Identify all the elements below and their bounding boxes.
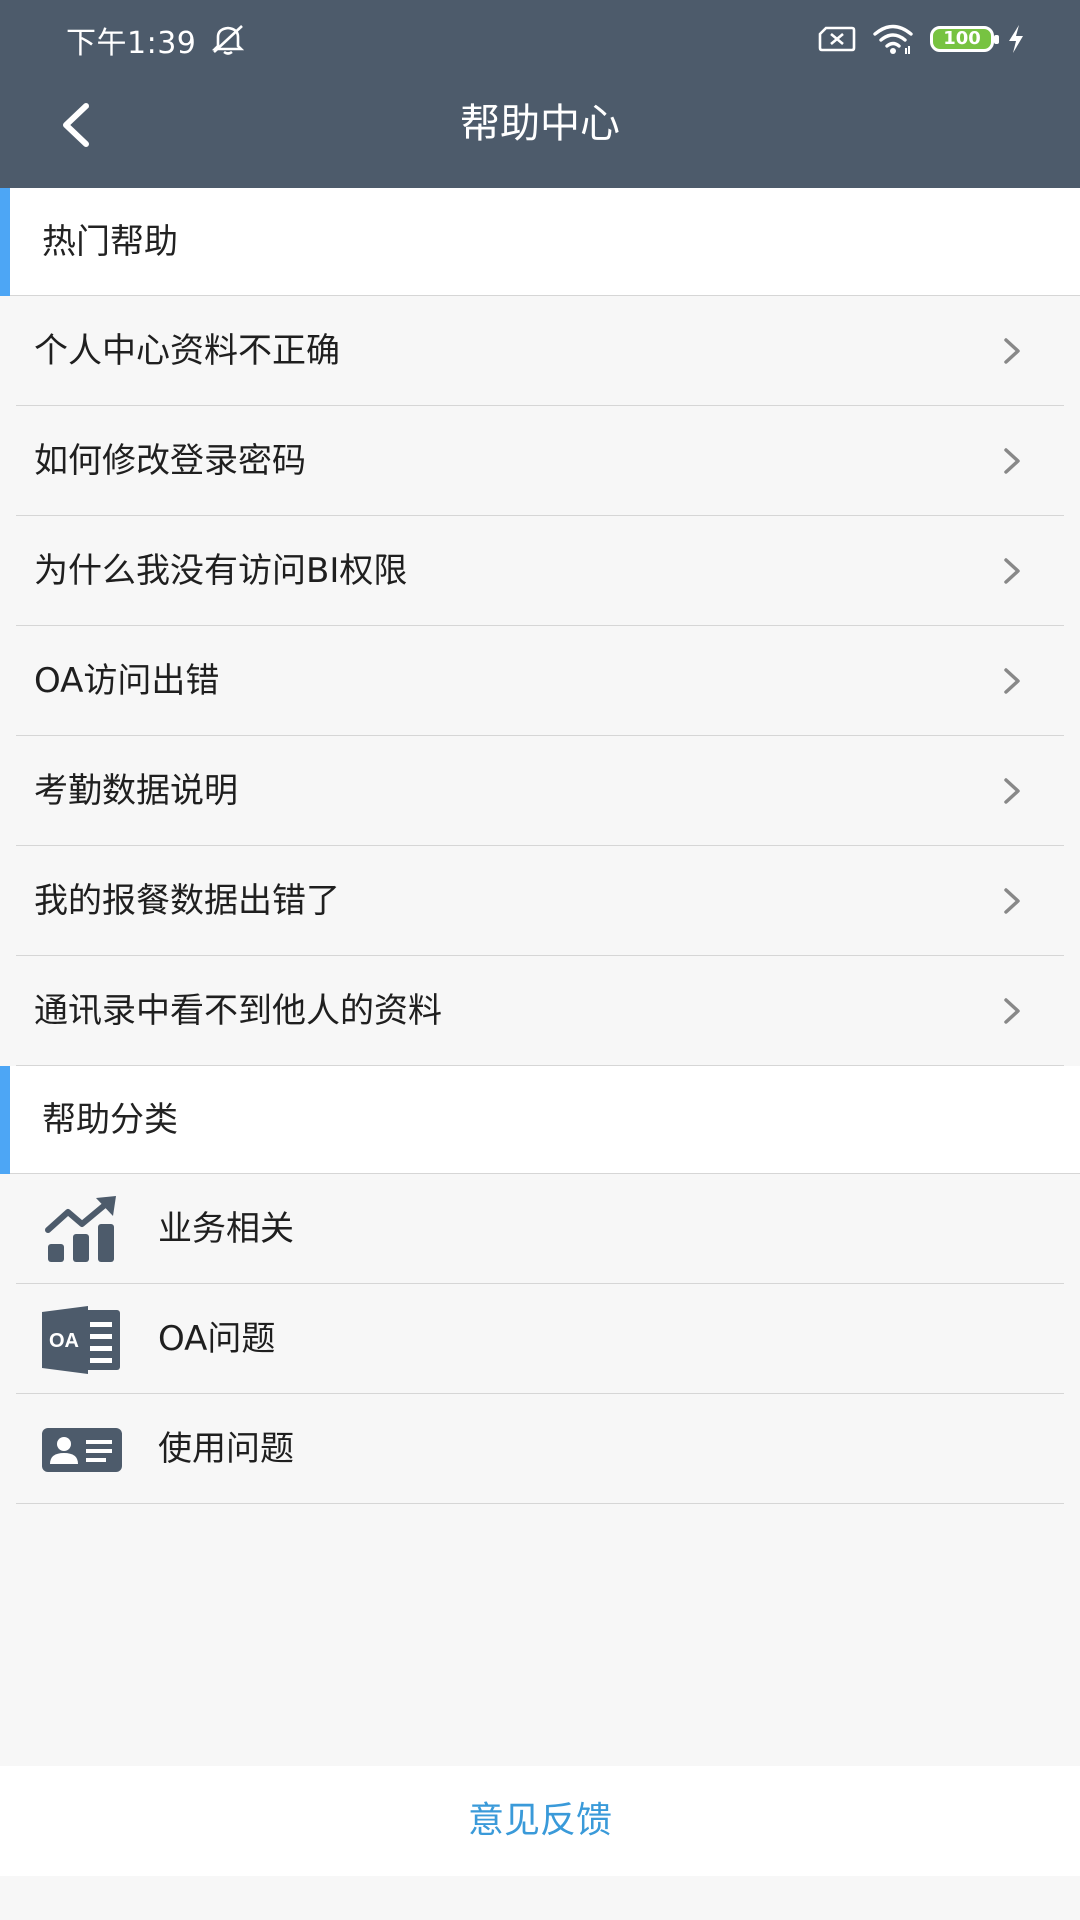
- sim-icon: [818, 26, 856, 52]
- help-item-contacts-missing[interactable]: 通讯录中看不到他人的资料: [16, 956, 1064, 1066]
- bolt-icon: [1009, 25, 1023, 53]
- help-item-profile-incorrect[interactable]: 个人中心资料不正确: [16, 296, 1064, 406]
- oa-document-icon: OA: [42, 1306, 120, 1374]
- category-usage[interactable]: 使用问题: [16, 1394, 1064, 1504]
- category-label: OA问题: [158, 1319, 276, 1359]
- footer-bar: 意见反馈: [0, 1766, 1080, 1876]
- category-label: 业务相关: [158, 1209, 294, 1249]
- app-header: 下午1:39 100 帮助中心: [0, 0, 1080, 188]
- help-item-label: 通讯录中看不到他人的资料: [34, 991, 442, 1031]
- chevron-right-icon: [1004, 998, 1020, 1024]
- chevron-right-icon: [1004, 558, 1020, 584]
- page-title: 帮助中心: [460, 101, 620, 147]
- help-content: 热门帮助 个人中心资料不正确 如何修改登录密码 为什么我没有访问BI权限 OA访…: [0, 188, 1080, 1504]
- help-item-label: 我的报餐数据出错了: [34, 881, 340, 921]
- chevron-right-icon: [1004, 668, 1020, 694]
- chevron-right-icon: [1004, 448, 1020, 474]
- battery-icon: 100: [930, 26, 999, 52]
- help-item-bi-access[interactable]: 为什么我没有访问BI权限: [16, 516, 1064, 626]
- feedback-button[interactable]: 意见反馈: [468, 1766, 612, 1876]
- battery-level: 100: [943, 28, 981, 49]
- help-item-meal-data-error[interactable]: 我的报餐数据出错了: [16, 846, 1064, 956]
- chevron-right-icon: [1004, 778, 1020, 804]
- section-header-hot-help: 热门帮助: [0, 188, 1080, 296]
- chevron-right-icon: [1004, 338, 1020, 364]
- status-bar: 下午1:39 100: [0, 0, 1080, 78]
- oa-icon-text: OA: [49, 1330, 79, 1352]
- help-item-label: 如何修改登录密码: [34, 441, 306, 481]
- chevron-right-icon: [1004, 888, 1020, 914]
- help-item-oa-error[interactable]: OA访问出错: [16, 626, 1064, 736]
- help-item-attendance-data[interactable]: 考勤数据说明: [16, 736, 1064, 846]
- help-item-label: 个人中心资料不正确: [34, 331, 340, 371]
- help-item-label: OA访问出错: [34, 661, 220, 701]
- help-item-change-password[interactable]: 如何修改登录密码: [16, 406, 1064, 516]
- category-oa[interactable]: OA OA问题: [16, 1284, 1064, 1394]
- category-label: 使用问题: [158, 1429, 294, 1469]
- category-business[interactable]: 业务相关: [16, 1174, 1064, 1284]
- id-card-icon: [42, 1428, 122, 1472]
- section-title: 热门帮助: [42, 222, 178, 262]
- status-time: 下午1:39: [66, 26, 197, 61]
- chart-trend-icon: [45, 1196, 116, 1262]
- mute-icon: [211, 25, 245, 55]
- help-item-label: 为什么我没有访问BI权限: [34, 551, 408, 591]
- section-title: 帮助分类: [42, 1100, 178, 1140]
- section-header-categories: 帮助分类: [0, 1066, 1080, 1174]
- wifi-icon: [873, 24, 913, 54]
- help-item-label: 考勤数据说明: [34, 771, 238, 811]
